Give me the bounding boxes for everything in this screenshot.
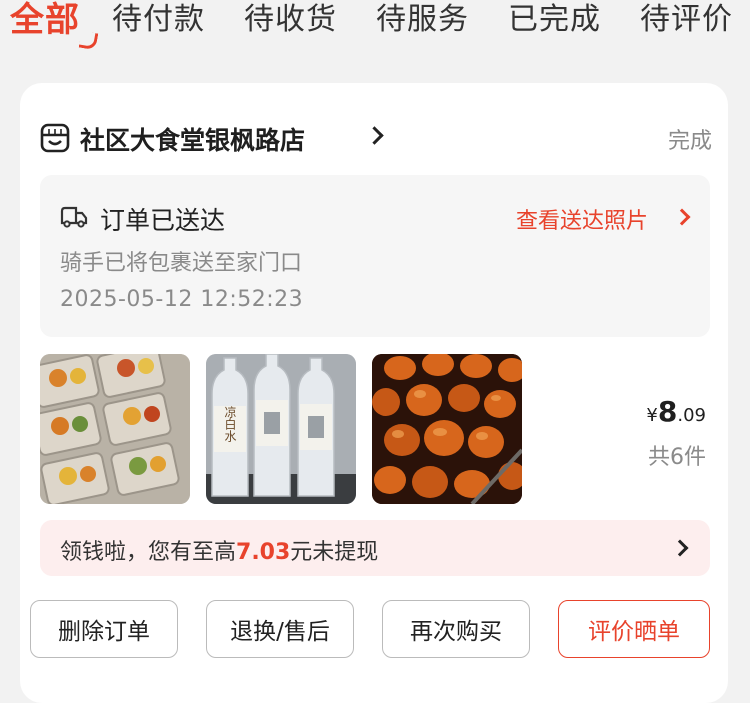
- promo-suffix: 元未提现: [290, 540, 379, 565]
- tab-pending-receipt[interactable]: 待收货: [244, 0, 337, 38]
- tab-pending-payment[interactable]: 待付款: [112, 0, 205, 38]
- currency-symbol: ¥: [646, 405, 658, 426]
- shop-name[interactable]: 社区大食堂银枫路店: [80, 121, 305, 157]
- item-count: 共6件: [648, 445, 706, 470]
- truck-icon: [60, 206, 88, 228]
- return-aftersale-button[interactable]: 退换/售后: [206, 600, 354, 658]
- braised-eggs-image: [372, 354, 522, 504]
- promo-amount: 7.03: [236, 540, 291, 565]
- bottle-label: 凉白水: [223, 405, 237, 442]
- delete-order-button[interactable]: 删除订单: [30, 600, 178, 658]
- buy-again-button[interactable]: 再次购买: [382, 600, 530, 658]
- tab-all[interactable]: 全部: [10, 0, 80, 41]
- product-thumbnail-water[interactable]: 凉白水: [206, 354, 356, 504]
- delivery-subtitle: 骑手已将包裹送至家门口: [60, 251, 303, 276]
- water-bottles-image: 凉白水: [206, 354, 356, 504]
- tab-pending-service[interactable]: 待服务: [376, 0, 469, 38]
- order-card[interactable]: 社区大食堂银枫路店 完成 订单已送达 查看送达照片 骑手已将包裹送至家门口 20…: [20, 83, 728, 703]
- shop-icon: [40, 123, 70, 153]
- order-tabs: 全部 待付款 待收货 待服务 已完成 待评价: [0, 0, 750, 52]
- food-trays-image: [40, 354, 190, 504]
- chevron-right-icon: [673, 208, 691, 226]
- product-thumbnail-food-trays[interactable]: [40, 354, 190, 504]
- review-button[interactable]: 评价晒单: [558, 600, 710, 658]
- order-price: ¥8.09: [646, 395, 706, 428]
- cashback-promo-banner[interactable]: 领钱啦，您有至高7.03元未提现: [40, 520, 710, 576]
- tab-completed[interactable]: 已完成: [508, 0, 601, 38]
- price-integer: 8: [657, 395, 678, 428]
- chevron-right-icon: [365, 126, 384, 145]
- shop-header[interactable]: 社区大食堂银枫路店 完成: [40, 119, 712, 159]
- promo-prefix: 领钱啦，您有至高: [60, 540, 237, 565]
- delivery-title: 订单已送达: [100, 206, 226, 235]
- order-status: 完成: [667, 129, 712, 154]
- delivery-timestamp: 2025-05-12 12:52:23: [60, 287, 304, 312]
- chevron-right-icon: [671, 539, 689, 557]
- promo-text: 领钱啦，您有至高7.03元未提现: [60, 534, 378, 566]
- tab-pending-review[interactable]: 待评价: [640, 0, 733, 38]
- price-decimal: .09: [677, 405, 706, 426]
- view-delivery-photo-link[interactable]: 查看送达照片: [516, 203, 648, 235]
- delivery-info[interactable]: 订单已送达 查看送达照片 骑手已将包裹送至家门口 2025-05-12 12:5…: [40, 175, 710, 337]
- product-thumbnail-eggs[interactable]: [372, 354, 522, 504]
- active-tab-indicator: [78, 30, 99, 51]
